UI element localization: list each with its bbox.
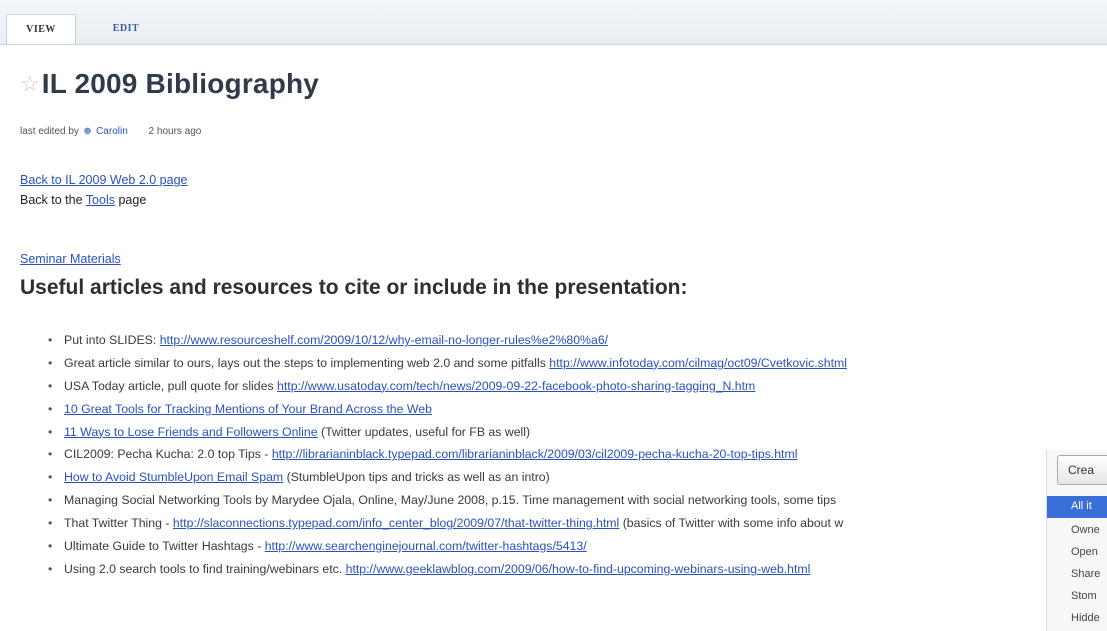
item-link[interactable]: http://www.searchenginejournal.com/twitt… [265, 539, 587, 553]
item-text: CIL2009: Pecha Kucha: 2.0 top Tips - [64, 447, 272, 462]
item-text: Put into SLIDES: [64, 333, 160, 347]
item-link[interactable]: http://librarianinblack.typepad.com/libr… [272, 447, 798, 461]
last-edited-info: last edited by ☻ Carolin 2 hours ago [20, 125, 201, 137]
item-link[interactable]: 11 Ways to Lose Friends and Followers On… [64, 425, 318, 439]
item-link[interactable]: 10 Great Tools for Tracking Mentions of … [64, 402, 432, 416]
user-icon: ☻ [81, 125, 94, 137]
star-icon[interactable]: ☆ [20, 73, 40, 95]
side-item-starred[interactable]: Stom [1071, 590, 1097, 602]
list-item: Great article similar to ours, lays out … [44, 356, 1054, 379]
list-item: CIL2009: Pecha Kucha: 2.0 top Tips - htt… [44, 447, 1054, 470]
item-link[interactable]: http://www.usatoday.com/tech/news/2009-0… [277, 379, 755, 393]
last-edited-label: last edited by [20, 126, 82, 137]
page-title: IL 2009 Bibliography [41, 68, 320, 99]
item-link[interactable]: http://www.geeklawblog.com/2009/06/how-t… [346, 562, 811, 576]
resource-list: Put into SLIDES: http://www.resourceshel… [44, 333, 1054, 585]
seminar-materials-link[interactable]: Seminar Materials [20, 252, 121, 266]
list-item: USA Today article, pull quote for slides… [44, 379, 1054, 402]
side-item-hidden[interactable]: Hidde [1071, 612, 1100, 624]
item-text: USA Today article, pull quote for slides [64, 378, 278, 393]
tab-edit[interactable]: EDIT [96, 14, 156, 44]
item-text: Using 2.0 search tools to find training/… [64, 561, 346, 576]
editor-user-link[interactable]: Carolin [96, 126, 128, 137]
tools-link[interactable]: Tools [86, 193, 115, 207]
side-item-shared[interactable]: Share [1071, 568, 1100, 580]
list-item: 10 Great Tools for Tracking Mentions of … [44, 402, 1054, 425]
side-item-owned[interactable]: Owne [1071, 524, 1100, 536]
item-link[interactable]: http://www.infotoday.com/cilmag/oct09/Cv… [549, 356, 847, 370]
back-tools-line: Back to the Tools page [20, 193, 146, 207]
page-title-row: ☆ IL 2009 Bibliography [20, 64, 319, 104]
item-text: That Twitter Thing - [64, 516, 173, 531]
side-item-opened[interactable]: Open [1071, 546, 1098, 558]
edited-time: 2 hours ago [148, 126, 202, 137]
item-link[interactable]: http://slaconnections.typepad.com/info_c… [173, 516, 619, 530]
item-text: Managing Social Networking Tools by Mary… [64, 493, 837, 508]
list-item: Ultimate Guide to Twitter Hashtags - htt… [44, 539, 1054, 562]
page-tabs-bar: VIEW EDIT [0, 0, 1107, 45]
side-item-all-items[interactable]: All it [1047, 496, 1107, 518]
section-heading: Useful articles and resources to cite or… [20, 276, 688, 299]
create-button[interactable]: Crea [1057, 455, 1107, 485]
list-item: Put into SLIDES: http://www.resourceshel… [44, 333, 1054, 356]
back-to-web20-link[interactable]: Back to IL 2009 Web 2.0 page [20, 173, 187, 187]
list-item: Using 2.0 search tools to find training/… [44, 562, 1054, 585]
back-tools-prefix: Back to the [20, 193, 86, 207]
list-item: How to Avoid StumbleUpon Email Spam (Stu… [44, 470, 1054, 493]
tab-view[interactable]: VIEW [6, 14, 76, 44]
item-text: Ultimate Guide to Twitter Hashtags - [64, 539, 265, 554]
list-item: That Twitter Thing - http://slaconnectio… [44, 516, 1054, 539]
back-tools-suffix: page [114, 193, 147, 207]
seminar-line: Seminar Materials [20, 252, 121, 266]
item-note: (Twitter updates, useful for FB as well) [317, 424, 531, 439]
list-item: Managing Social Networking Tools by Mary… [44, 493, 1054, 516]
item-text: Great article similar to ours, lays out … [64, 355, 550, 370]
list-item: 11 Ways to Lose Friends and Followers On… [44, 425, 1054, 448]
item-link[interactable]: How to Avoid StumbleUpon Email Spam [64, 470, 283, 484]
back-web20-line: Back to IL 2009 Web 2.0 page [20, 173, 187, 187]
item-link[interactable]: http://www.resourceshelf.com/2009/10/12/… [160, 333, 608, 347]
side-panel: Crea All it Owne Open Share Stom Hidde [1046, 450, 1107, 631]
item-note: (StumbleUpon tips and tricks as well as … [283, 470, 550, 485]
item-note: (basics of Twitter with some info about … [619, 516, 844, 531]
